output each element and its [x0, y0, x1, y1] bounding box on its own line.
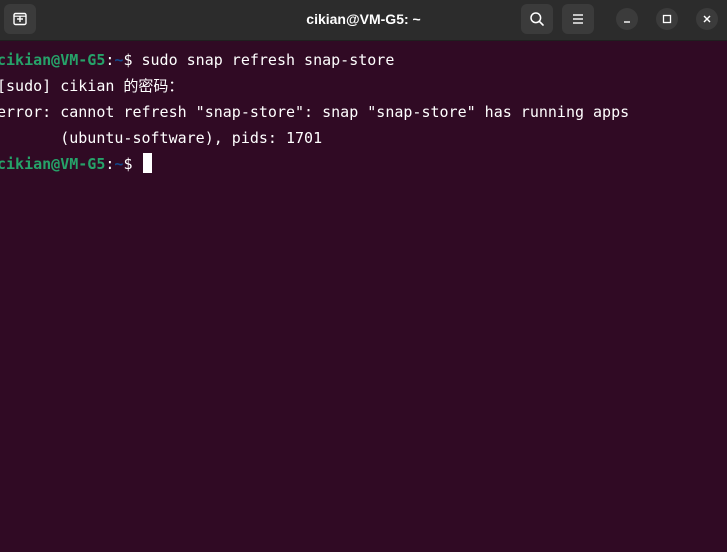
error-line-2: (ubuntu-software), pids: 1701 [0, 129, 323, 147]
new-tab-button[interactable] [4, 4, 36, 34]
search-button[interactable] [521, 4, 553, 34]
close-button[interactable] [696, 8, 718, 30]
menu-button[interactable] [562, 4, 594, 34]
minimize-icon [624, 21, 630, 23]
command-input[interactable] [132, 155, 141, 173]
hamburger-menu-icon [573, 14, 583, 24]
search-icon [530, 12, 544, 26]
new-tab-icon [13, 12, 27, 26]
terminal-output[interactable]: cikian@VM-G5:~$ sudo snap refresh snap-s… [0, 41, 727, 552]
maximize-icon [662, 14, 672, 24]
title-bar[interactable]: cikian@VM-G5: ~ [0, 0, 727, 41]
terminal-line-command: cikian@VM-G5:~$ sudo snap refresh snap-s… [0, 47, 394, 73]
prompt-user-host: cikian@VM-G5 [0, 51, 106, 69]
maximize-button[interactable] [656, 8, 678, 30]
text-cursor [142, 153, 152, 173]
command-text: sudo snap refresh snap-store [132, 51, 395, 69]
sudo-password-prompt: [sudo] cikian 的密码： [0, 77, 184, 95]
close-icon [703, 15, 711, 23]
terminal-line-prompt: cikian@VM-G5:~$ [0, 151, 152, 177]
prompt-user-host: cikian@VM-G5 [0, 155, 106, 173]
scrollbar[interactable] [721, 41, 727, 552]
minimize-button[interactable] [616, 8, 638, 30]
error-line-1: error: cannot refresh "snap-store": snap… [0, 103, 630, 121]
terminal-window: cikian@VM-G5: ~ cikian@VM-G5:~$ sudo sna… [0, 0, 727, 552]
